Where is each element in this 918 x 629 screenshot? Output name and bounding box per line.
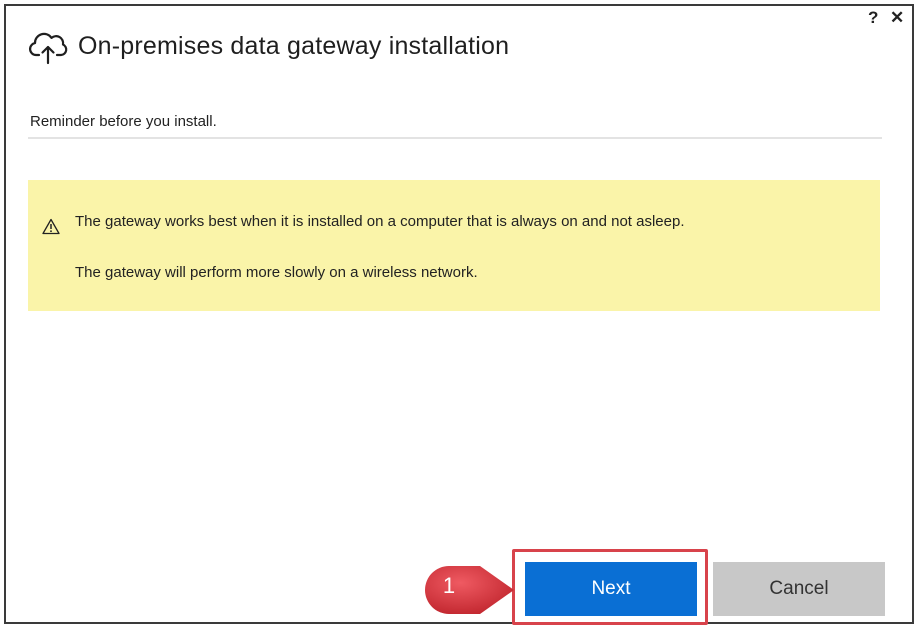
help-button[interactable]: ? [868,8,878,28]
warning-triangle-icon [42,218,60,235]
warning-box: The gateway works best when it is instal… [28,180,880,311]
cancel-button[interactable]: Cancel [713,562,885,616]
close-button[interactable]: ✕ [890,8,904,28]
step-number: 1 [442,573,456,598]
subtitle: Reminder before you install. [30,113,217,130]
warning-text-wireless: The gateway will perform more slowly on … [75,264,478,281]
warning-text-always-on: The gateway works best when it is instal… [75,213,685,230]
dialog-title: On-premises data gateway installation [78,31,510,60]
dialog-header: On-premises data gateway installation [28,26,509,66]
cloud-upload-icon [28,27,68,65]
next-button[interactable]: Next [525,562,697,616]
divider [28,137,882,139]
installer-dialog: ? ✕ [4,4,914,624]
